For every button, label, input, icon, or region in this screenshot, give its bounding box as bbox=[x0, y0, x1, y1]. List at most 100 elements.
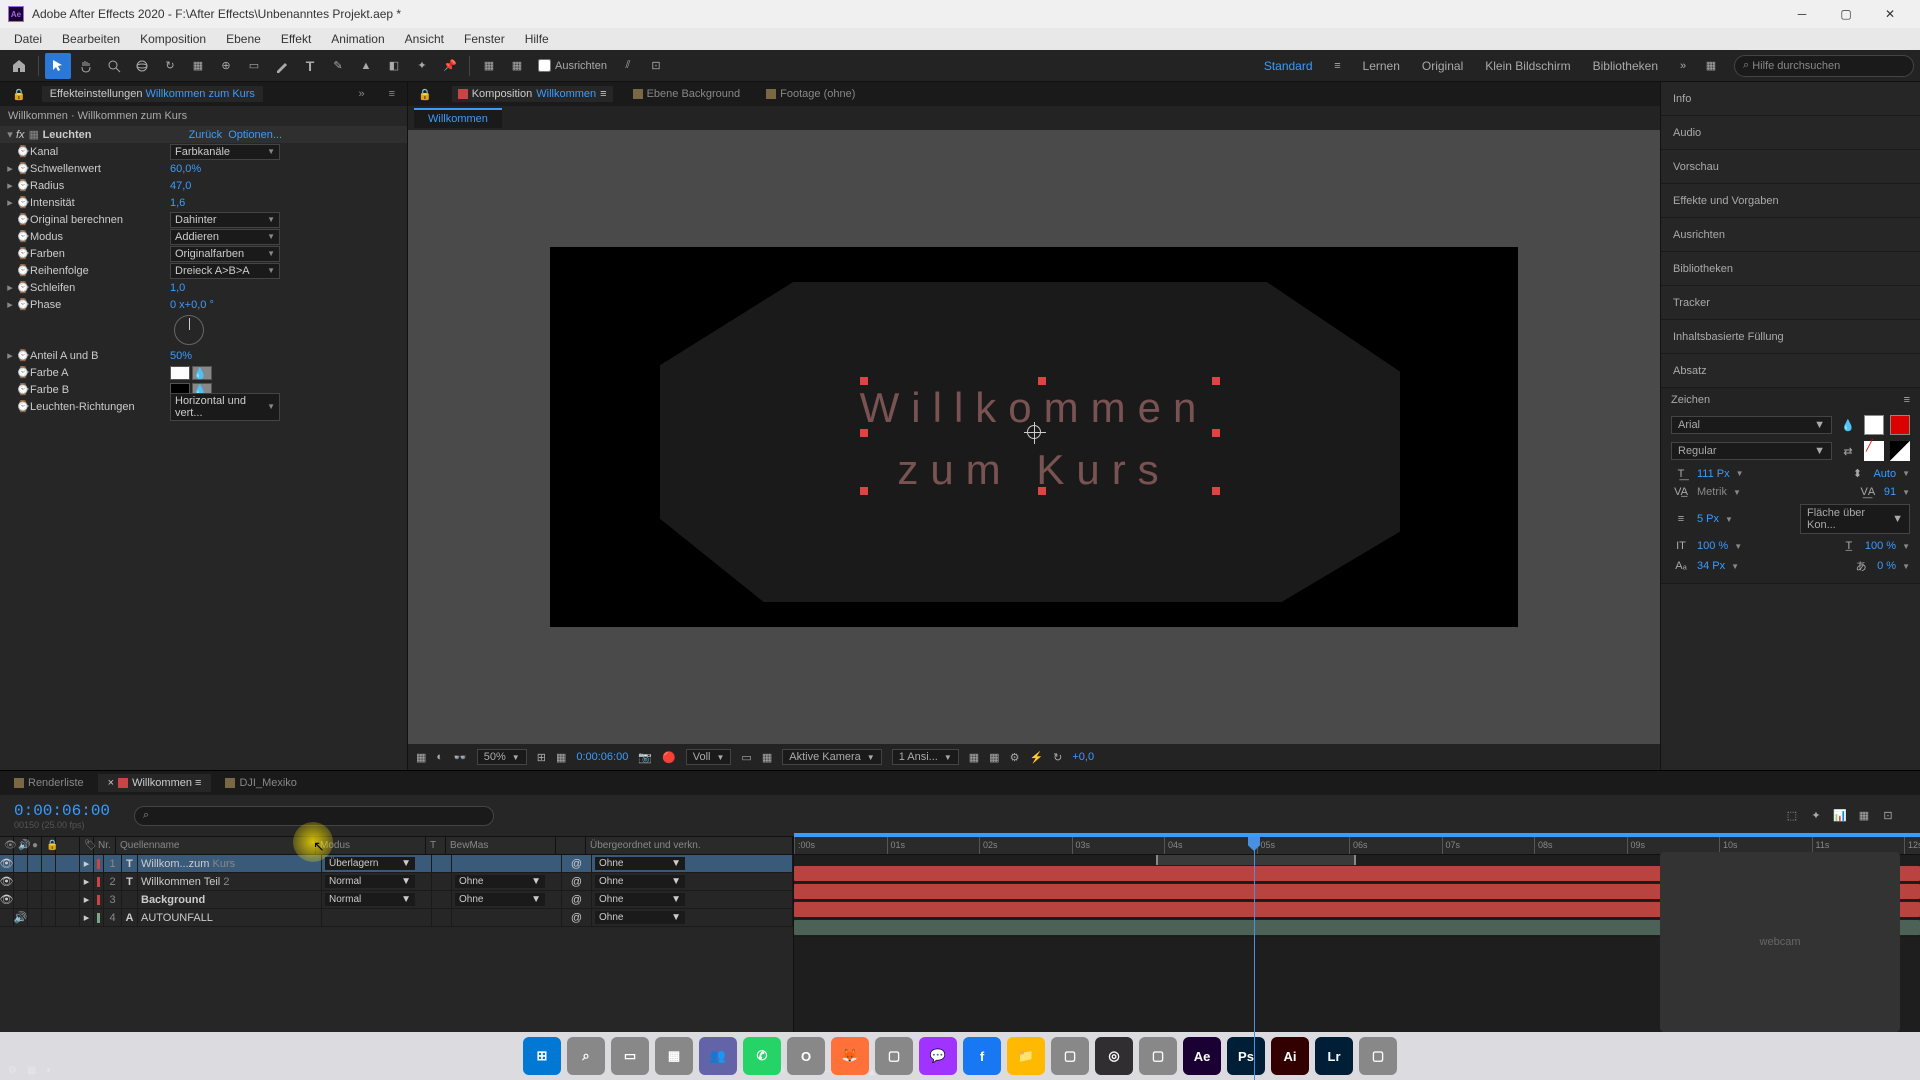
swap-icon[interactable]: ⇄ bbox=[1838, 445, 1858, 458]
brush-tool[interactable]: ✎ bbox=[325, 53, 351, 79]
parent-select[interactable]: Ohne▼ bbox=[595, 857, 685, 870]
panel-ausrichten[interactable]: Ausrichten bbox=[1661, 218, 1920, 252]
camera-tool[interactable]: ▦ bbox=[185, 53, 211, 79]
playhead[interactable] bbox=[1254, 837, 1255, 1080]
taskbar-search[interactable]: ⌕ bbox=[567, 1037, 605, 1075]
selection-tool[interactable] bbox=[45, 53, 71, 79]
parent-select[interactable]: Ohne▼ bbox=[595, 893, 685, 906]
parent-select[interactable]: Ohne▼ bbox=[595, 875, 685, 888]
trkmat-select[interactable]: Ohne▼ bbox=[455, 893, 545, 906]
resolution-select[interactable]: Voll▼ bbox=[686, 749, 732, 765]
selection-handle[interactable] bbox=[860, 377, 868, 385]
zoom-select[interactable]: 50%▼ bbox=[477, 749, 527, 765]
shape-tool[interactable]: ▭ bbox=[241, 53, 267, 79]
layer-row[interactable]: 👁 ▸ 2 T Willkommen Teil 2 Normal▼ Ohne▼ … bbox=[0, 873, 793, 891]
visibility-toggle[interactable]: 👁 bbox=[0, 873, 14, 890]
text-tool[interactable]: T bbox=[297, 53, 323, 79]
menu-animation[interactable]: Animation bbox=[321, 30, 394, 48]
no-color[interactable]: ╱ bbox=[1864, 441, 1884, 461]
value[interactable]: 0 x+0,0 ° bbox=[170, 299, 214, 311]
prop-row[interactable]: ▸⌚Schleifen1,0 bbox=[0, 279, 407, 296]
tsume[interactable]: 0 % bbox=[1877, 560, 1896, 572]
taskbar-task[interactable]: ▭ bbox=[611, 1037, 649, 1075]
taskbar-lr[interactable]: Lr bbox=[1315, 1037, 1353, 1075]
orbit-tool[interactable] bbox=[129, 53, 155, 79]
taskbar-app4[interactable]: ▢ bbox=[1359, 1037, 1397, 1075]
visibility-toggle[interactable]: 👁 bbox=[0, 891, 14, 908]
snap-checkbox[interactable]: Ausrichten bbox=[538, 59, 607, 72]
mode-select[interactable]: Normal▼ bbox=[325, 875, 415, 888]
workspace-klein[interactable]: Klein Bildschirm bbox=[1475, 57, 1580, 75]
minimize-button[interactable]: ─ bbox=[1780, 0, 1824, 28]
comp-tab[interactable]: Ebene Background bbox=[627, 86, 747, 102]
panel-audio[interactable]: Audio bbox=[1661, 116, 1920, 150]
roi-icon[interactable]: ▭ bbox=[741, 751, 751, 764]
prop-row[interactable]: ⌚KanalFarbkanäle▼ bbox=[0, 143, 407, 160]
panel-tracker[interactable]: Tracker bbox=[1661, 286, 1920, 320]
menu-bearbeiten[interactable]: Bearbeiten bbox=[52, 30, 130, 48]
camera-select[interactable]: Aktive Kamera▼ bbox=[782, 749, 881, 765]
fill-over-stroke[interactable]: Fläche über Kon...▼ bbox=[1800, 504, 1910, 534]
taskbar-app2[interactable]: ▢ bbox=[1051, 1037, 1089, 1075]
alpha-icon[interactable]: ▦ bbox=[416, 751, 426, 764]
panel-vorschau[interactable]: Vorschau bbox=[1661, 150, 1920, 184]
pickwhip-icon[interactable]: @ bbox=[562, 909, 592, 926]
prop-row[interactable]: ▸⌚Intensität1,6 bbox=[0, 194, 407, 211]
taskbar-files[interactable]: ▦ bbox=[655, 1037, 693, 1075]
time-display[interactable]: 0:00:06:00 bbox=[576, 751, 628, 763]
selection-handle[interactable] bbox=[860, 429, 868, 437]
prop-row[interactable]: ⌚FarbenOriginalfarben▼ bbox=[0, 245, 407, 262]
stroke-color[interactable] bbox=[1890, 415, 1910, 435]
taskbar-obs[interactable]: ◎ bbox=[1095, 1037, 1133, 1075]
value[interactable]: 1,0 bbox=[170, 282, 185, 294]
workspace-standard[interactable]: Standard bbox=[1254, 57, 1323, 75]
taskbar-firefox[interactable]: 🦊 bbox=[831, 1037, 869, 1075]
close-button[interactable]: ✕ bbox=[1868, 0, 1912, 28]
comp-tab[interactable]: Komposition Willkommen ≡ bbox=[452, 86, 613, 102]
dropdown[interactable]: Dahinter▼ bbox=[170, 212, 280, 228]
panel-effekte-und-vorgaben[interactable]: Effekte und Vorgaben bbox=[1661, 184, 1920, 218]
baseline[interactable]: 34 Px bbox=[1697, 560, 1725, 572]
menu-datei[interactable]: Datei bbox=[4, 30, 52, 48]
trkmat-select[interactable]: Ohne▼ bbox=[455, 875, 545, 888]
tl-icon4[interactable]: ▦ bbox=[1852, 804, 1876, 828]
effect-header[interactable]: ▾fx ▦ Leuchten Zurück Optionen... bbox=[0, 126, 407, 143]
parent-select[interactable]: Ohne▼ bbox=[595, 911, 685, 924]
vc-icon1[interactable]: ▦ bbox=[969, 751, 979, 764]
menu-fenster[interactable]: Fenster bbox=[454, 30, 515, 48]
channel-icon[interactable]: 🔴 bbox=[662, 751, 676, 764]
lock-icon[interactable]: 🔒 bbox=[412, 86, 438, 103]
dropdown[interactable]: Addieren▼ bbox=[170, 229, 280, 245]
taskbar-messenger[interactable]: 💬 bbox=[919, 1037, 957, 1075]
toolbar-btn-b[interactable]: ▦ bbox=[504, 53, 530, 79]
clone-tool[interactable]: ▲ bbox=[353, 53, 379, 79]
grid-icon[interactable]: ▦ bbox=[556, 751, 566, 764]
puppet-tool[interactable]: 📌 bbox=[437, 53, 463, 79]
hand-tool[interactable] bbox=[73, 53, 99, 79]
snap-opt2-icon[interactable]: ⊡ bbox=[643, 53, 669, 79]
toolbar-btn-a[interactable]: ▦ bbox=[476, 53, 502, 79]
glasses-icon[interactable]: 👓 bbox=[453, 751, 467, 764]
refresh-icon[interactable]: ↻ bbox=[1053, 751, 1062, 764]
audio-toggle[interactable] bbox=[14, 891, 28, 908]
pickwhip-icon[interactable]: @ bbox=[562, 855, 592, 872]
layer-row[interactable]: 👁 ▸ 3 Background Normal▼ Ohne▼ @ Ohne▼ bbox=[0, 891, 793, 909]
maximize-button[interactable]: ▢ bbox=[1824, 0, 1868, 28]
res-auto-icon[interactable]: ⊞ bbox=[537, 751, 546, 764]
anchor-point-icon[interactable] bbox=[1027, 425, 1041, 439]
viewer[interactable]: Willkommenzum Kurs bbox=[408, 130, 1660, 744]
vc-icon2[interactable]: ▦ bbox=[989, 751, 999, 764]
visibility-toggle[interactable] bbox=[0, 909, 14, 926]
mask-icon[interactable]: ◐ bbox=[436, 751, 443, 763]
hscale[interactable]: 100 % bbox=[1865, 540, 1896, 552]
selection-handle[interactable] bbox=[860, 487, 868, 495]
selection-handle[interactable] bbox=[1038, 377, 1046, 385]
taskbar-ps[interactable]: Ps bbox=[1227, 1037, 1265, 1075]
timeline-tab[interactable]: × Willkommen ≡ bbox=[98, 774, 212, 792]
workspace-original[interactable]: Original bbox=[1412, 57, 1473, 75]
snapshot-icon[interactable]: 📷 bbox=[638, 751, 652, 764]
snap-opt-icon[interactable]: ⫽ bbox=[615, 53, 641, 79]
tl-icon5[interactable]: ⊡ bbox=[1876, 804, 1900, 828]
menu-komposition[interactable]: Komposition bbox=[130, 30, 216, 48]
menu-effekt[interactable]: Effekt bbox=[271, 30, 321, 48]
